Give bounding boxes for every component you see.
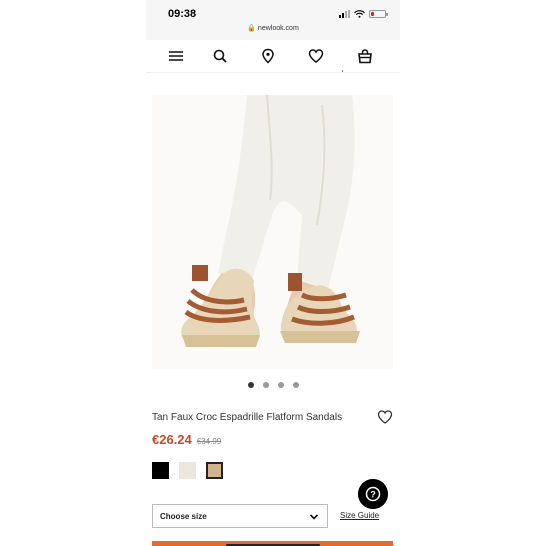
add-to-wishlist-icon[interactable] — [377, 409, 393, 425]
bag-icon[interactable] — [357, 48, 373, 64]
battery-icon — [369, 10, 388, 18]
carousel-dot[interactable] — [262, 382, 269, 388]
size-select-label: Choose size — [160, 512, 207, 521]
product-title: Tan Faux Croc Espadrille Flatform Sandal… — [152, 412, 343, 423]
chevron-down-icon — [309, 514, 319, 520]
site-header — [146, 40, 400, 73]
status-icons — [339, 9, 388, 19]
phone-screen: 09:38 🔒 newlook.com Tan Faux Croc Espadr… — [146, 0, 400, 546]
address-bar[interactable]: 🔒 newlook.com — [146, 24, 400, 32]
product-image[interactable] — [152, 95, 393, 369]
help-chat-button[interactable]: ? — [358, 479, 388, 509]
swatch-tan[interactable] — [206, 462, 223, 479]
help-icon: ? — [370, 489, 376, 499]
carousel-dot[interactable] — [277, 382, 284, 388]
colour-swatches — [152, 462, 223, 479]
signal-icon — [339, 10, 350, 18]
url-text: newlook.com — [257, 25, 299, 32]
product-photo — [152, 95, 393, 369]
wishlist-icon[interactable] — [308, 48, 324, 64]
original-price: €34.99 — [196, 437, 222, 446]
search-icon[interactable] — [212, 48, 228, 64]
wifi-icon — [354, 10, 365, 18]
size-guide-link[interactable]: Size Guide — [340, 511, 379, 520]
image-carousel-dots — [146, 382, 400, 388]
store-locator-icon[interactable] — [260, 48, 276, 64]
sale-price: €26.24 — [152, 432, 192, 447]
price-row: €26.24 €34.99 — [152, 432, 221, 447]
lock-icon: 🔒 — [247, 25, 256, 32]
carousel-dot[interactable] — [247, 382, 254, 388]
status-time: 09:38 — [168, 8, 197, 20]
menu-icon[interactable] — [168, 48, 184, 64]
divider-mark — [342, 70, 343, 72]
size-select[interactable]: Choose size — [152, 504, 328, 528]
swatch-black[interactable] — [152, 462, 169, 479]
status-bar: 09:38 🔒 newlook.com — [146, 0, 400, 40]
carousel-dot[interactable] — [292, 382, 299, 388]
swatch-cream[interactable] — [179, 462, 196, 479]
